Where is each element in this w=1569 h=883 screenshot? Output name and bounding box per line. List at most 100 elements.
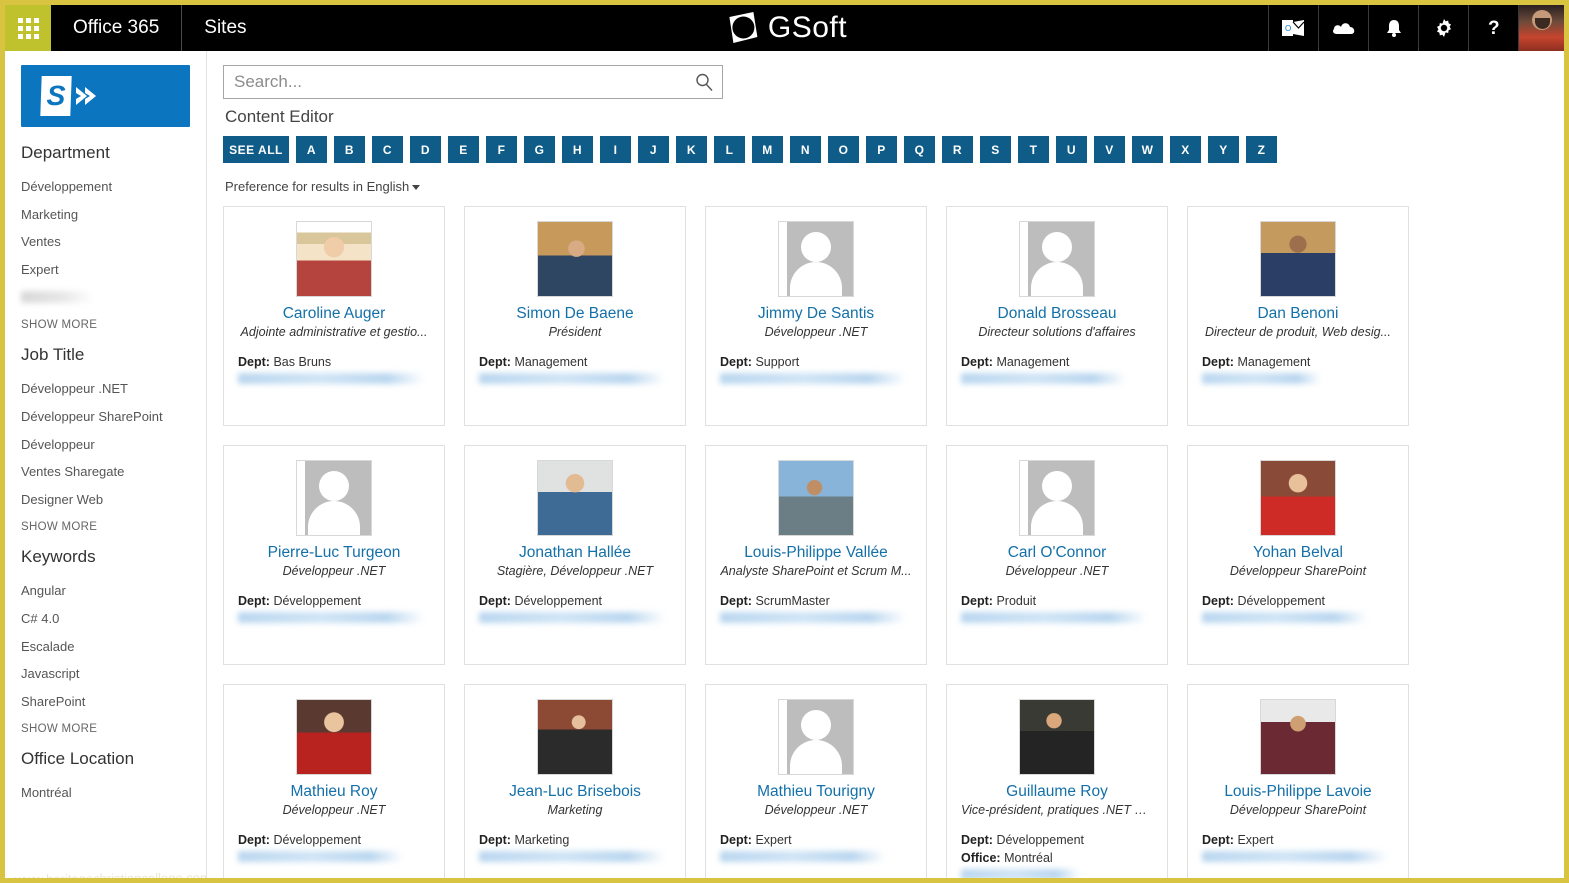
person-card[interactable]: Dan Benoni Directeur de produit, Web desi… bbox=[1187, 206, 1409, 426]
refiner-item[interactable]: Montréal bbox=[21, 779, 190, 807]
alpha-filter-o[interactable]: O bbox=[828, 136, 859, 163]
person-email-redacted[interactable] bbox=[720, 850, 886, 862]
person-name-link[interactable]: Mathieu Roy bbox=[238, 783, 430, 801]
alpha-filter-a[interactable]: A bbox=[296, 136, 327, 163]
person-email-redacted[interactable] bbox=[961, 869, 1081, 878]
person-card[interactable]: Louis-Philippe Lavoie Développeur SharePo… bbox=[1187, 684, 1409, 878]
refiner-item[interactable]: Marketing bbox=[21, 201, 190, 229]
refiner-item[interactable]: Designer Web bbox=[21, 486, 190, 514]
person-card[interactable]: Caroline Auger Adjointe administrative et… bbox=[223, 206, 445, 426]
refiner-item[interactable]: Escalade bbox=[21, 633, 190, 661]
person-email-redacted[interactable] bbox=[238, 850, 404, 862]
alpha-filter-f[interactable]: F bbox=[486, 136, 517, 163]
person-name-link[interactable]: Yohan Belval bbox=[1202, 544, 1394, 562]
refiner-item[interactable]: C# 4.0 bbox=[21, 605, 190, 633]
person-card[interactable]: Jonathan Hallée Stagière, Développeur .NE… bbox=[464, 445, 686, 665]
person-email-redacted[interactable] bbox=[961, 611, 1148, 623]
alpha-filter-e[interactable]: E bbox=[448, 136, 479, 163]
alpha-filter-u[interactable]: U bbox=[1056, 136, 1087, 163]
person-email-redacted[interactable] bbox=[720, 372, 907, 384]
search-box[interactable] bbox=[223, 65, 723, 99]
alpha-filter-w[interactable]: W bbox=[1132, 136, 1163, 163]
person-card[interactable]: Carl O'Connor Développeur .NET Dept: Produ… bbox=[946, 445, 1168, 665]
refiner-item[interactable]: Ventes Sharegate bbox=[21, 458, 190, 486]
person-name-link[interactable]: Jimmy De Santis bbox=[720, 305, 912, 323]
person-name-link[interactable]: Carl O'Connor bbox=[961, 544, 1153, 562]
onedrive-cloud-icon[interactable] bbox=[1318, 5, 1368, 51]
person-name-link[interactable]: Louis-Philippe Lavoie bbox=[1202, 783, 1394, 801]
person-name-link[interactable]: Mathieu Tourigny bbox=[720, 783, 912, 801]
refiner-item[interactable]: Développeur SharePoint bbox=[21, 403, 190, 431]
notifications-bell-icon[interactable] bbox=[1368, 5, 1418, 51]
person-email-redacted[interactable] bbox=[1202, 611, 1368, 623]
alpha-filter-g[interactable]: G bbox=[524, 136, 555, 163]
person-email-redacted[interactable] bbox=[1202, 372, 1322, 384]
refiner-item[interactable]: Développeur .NET bbox=[21, 375, 190, 403]
alpha-filter-x[interactable]: X bbox=[1170, 136, 1201, 163]
person-card[interactable]: Jean-Luc Brisebois Marketing Dept: Marketi… bbox=[464, 684, 686, 878]
person-name-link[interactable]: Louis-Philippe Vallée bbox=[720, 544, 912, 562]
alpha-filter-k[interactable]: K bbox=[676, 136, 707, 163]
person-name-link[interactable]: Jean-Luc Brisebois bbox=[479, 783, 671, 801]
person-name-link[interactable]: Caroline Auger bbox=[238, 305, 430, 323]
refiner-item[interactable]: Ventes bbox=[21, 228, 190, 256]
show-more-link[interactable]: SHOW MORE bbox=[21, 715, 190, 739]
person-name-link[interactable]: Dan Benoni bbox=[1202, 305, 1394, 323]
user-avatar[interactable] bbox=[1518, 5, 1564, 51]
alpha-filter-c[interactable]: C bbox=[372, 136, 403, 163]
alpha-filter-v[interactable]: V bbox=[1094, 136, 1125, 163]
person-card[interactable]: Donald Brosseau Directeur solutions d'aff… bbox=[946, 206, 1168, 426]
office365-brand-link[interactable]: Office 365 bbox=[51, 5, 183, 51]
person-email-redacted[interactable] bbox=[720, 611, 907, 623]
refiner-item[interactable]: Javascript bbox=[21, 660, 190, 688]
sharepoint-logo[interactable]: S bbox=[21, 65, 190, 127]
refiner-item[interactable]: Expert bbox=[21, 256, 190, 284]
refiner-item-redacted[interactable] bbox=[21, 291, 93, 304]
person-name-link[interactable]: Jonathan Hallée bbox=[479, 544, 671, 562]
show-more-link[interactable]: SHOW MORE bbox=[21, 513, 190, 537]
alpha-filter-t[interactable]: T bbox=[1018, 136, 1049, 163]
refiner-item[interactable]: Angular bbox=[21, 577, 190, 605]
alpha-filter-l[interactable]: L bbox=[714, 136, 745, 163]
person-name-link[interactable]: Simon De Baene bbox=[479, 305, 671, 323]
app-launcher-waffle-icon[interactable] bbox=[5, 5, 51, 51]
refiner-item[interactable]: SharePoint bbox=[21, 688, 190, 716]
sites-link[interactable]: Sites bbox=[182, 5, 268, 51]
search-icon[interactable] bbox=[694, 72, 714, 92]
person-card[interactable]: Simon De Baene Président Dept: Management bbox=[464, 206, 686, 426]
person-card[interactable]: Mathieu Roy Développeur .NET Dept: Dévelop… bbox=[223, 684, 445, 878]
alpha-filter-i[interactable]: I bbox=[600, 136, 631, 163]
person-email-redacted[interactable] bbox=[238, 372, 425, 384]
help-icon[interactable]: ? bbox=[1468, 5, 1518, 51]
alpha-filter-r[interactable]: R bbox=[942, 136, 973, 163]
person-email-redacted[interactable] bbox=[479, 372, 666, 384]
person-email-redacted[interactable] bbox=[479, 850, 666, 862]
person-card[interactable]: Yohan Belval Développeur SharePoint Dept: … bbox=[1187, 445, 1409, 665]
person-card[interactable]: Pierre-Luc Turgeon Développeur .NET Dept: … bbox=[223, 445, 445, 665]
settings-gear-icon[interactable] bbox=[1418, 5, 1468, 51]
person-name-link[interactable]: Pierre-Luc Turgeon bbox=[238, 544, 430, 562]
alpha-filter-q[interactable]: Q bbox=[904, 136, 935, 163]
alpha-filter-d[interactable]: D bbox=[410, 136, 441, 163]
person-name-link[interactable]: Donald Brosseau bbox=[961, 305, 1153, 323]
alpha-filter-b[interactable]: B bbox=[334, 136, 365, 163]
alpha-filter-p[interactable]: P bbox=[866, 136, 897, 163]
alpha-filter-m[interactable]: M bbox=[752, 136, 783, 163]
see-all-button[interactable]: SEE ALL bbox=[223, 136, 289, 163]
person-email-redacted[interactable] bbox=[961, 372, 1127, 384]
person-email-redacted[interactable] bbox=[479, 611, 666, 623]
alpha-filter-h[interactable]: H bbox=[562, 136, 593, 163]
refiner-item[interactable]: Développeur bbox=[21, 431, 190, 459]
person-email-redacted[interactable] bbox=[1202, 850, 1389, 862]
language-preference-dropdown[interactable]: Preference for results in English bbox=[225, 179, 421, 194]
outlook-icon[interactable]: O bbox=[1268, 5, 1318, 51]
alpha-filter-z[interactable]: Z bbox=[1246, 136, 1277, 163]
alpha-filter-j[interactable]: J bbox=[638, 136, 669, 163]
search-input[interactable] bbox=[234, 72, 694, 92]
person-card[interactable]: Louis-Philippe Vallée Analyste SharePoint… bbox=[705, 445, 927, 665]
person-email-redacted[interactable] bbox=[238, 611, 425, 623]
person-name-link[interactable]: Guillaume Roy bbox=[961, 783, 1153, 801]
person-card[interactable]: Guillaume Roy Vice-président, pratiques .… bbox=[946, 684, 1168, 878]
refiner-item[interactable]: Développement bbox=[21, 173, 190, 201]
alpha-filter-n[interactable]: N bbox=[790, 136, 821, 163]
